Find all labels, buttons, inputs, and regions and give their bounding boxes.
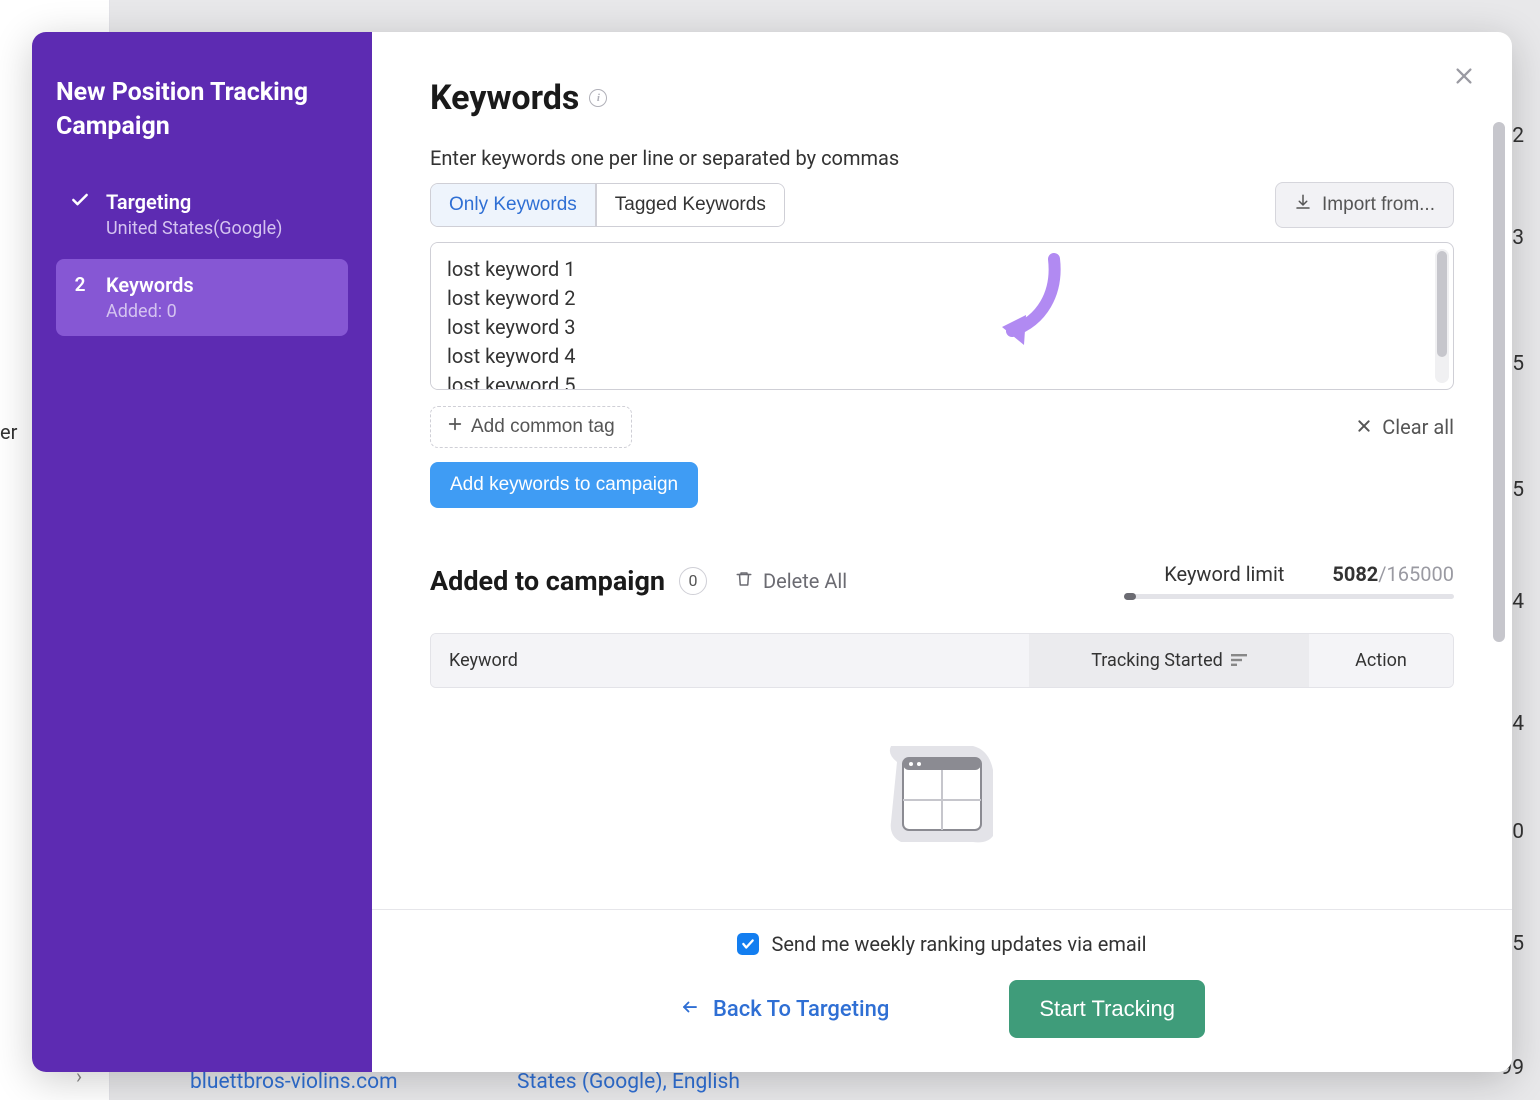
back-label: Back To Targeting <box>713 997 889 1022</box>
table-header: Keyword Tracking Started Action <box>431 634 1453 687</box>
check-icon <box>68 190 92 210</box>
add-common-tag-button[interactable]: Add common tag <box>430 406 632 448</box>
sidebar-item-targeting[interactable]: Targeting United States(Google) <box>56 176 348 253</box>
sort-icon <box>1231 650 1247 671</box>
info-icon[interactable]: i <box>589 89 607 107</box>
add-tag-label: Add common tag <box>471 416 615 438</box>
new-campaign-modal: New Position Tracking Campaign Targeting… <box>32 32 1512 1072</box>
delete-all-button[interactable]: Delete All <box>735 569 847 593</box>
keywords-textarea-wrap <box>430 242 1454 390</box>
keyword-limit-bar <box>1124 594 1454 599</box>
sidebar-item-label: Keywords <box>106 273 194 297</box>
textarea-scrollbar[interactable] <box>1435 249 1449 383</box>
tab-tagged-keywords[interactable]: Tagged Keywords <box>596 184 784 226</box>
clear-all-label: Clear all <box>1382 415 1454 439</box>
clear-all-button[interactable]: Clear all <box>1356 415 1454 439</box>
weekly-updates-label: Send me weekly ranking updates via email <box>771 932 1146 956</box>
modal-footer: Send me weekly ranking updates via email… <box>372 909 1512 1072</box>
sidebar-item-sublabel: United States(Google) <box>106 218 282 239</box>
arrow-left-icon <box>679 997 701 1022</box>
sidebar-item-keywords[interactable]: 2 Keywords Added: 0 <box>56 259 348 336</box>
content-scrollbar[interactable] <box>1492 122 1506 692</box>
keywords-hint: Enter keywords one per line or separated… <box>430 146 1454 170</box>
close-icon <box>1356 415 1372 439</box>
modal-main: Keywords i Enter keywords one per line o… <box>372 32 1512 1072</box>
import-button[interactable]: Import from... <box>1275 182 1454 228</box>
trash-icon <box>735 569 753 593</box>
keywords-textarea[interactable] <box>431 243 1429 389</box>
download-icon <box>1294 193 1312 217</box>
step-number: 2 <box>68 273 92 296</box>
added-count-badge: 0 <box>679 567 707 595</box>
added-title: Added to campaign <box>430 565 665 597</box>
sidebar-title: New Position Tracking Campaign <box>56 76 348 144</box>
sidebar-item-label: Targeting <box>106 190 282 214</box>
weekly-updates-checkbox[interactable] <box>737 933 759 955</box>
column-tracking-label: Tracking Started <box>1091 650 1223 671</box>
modal-content: Keywords i Enter keywords one per line o… <box>372 32 1512 909</box>
limit-used: 5082 <box>1332 562 1378 586</box>
bg-locale-link: States (Google), English <box>517 1070 740 1094</box>
column-keyword[interactable]: Keyword <box>431 634 1029 687</box>
add-keywords-button[interactable]: Add keywords to campaign <box>430 462 698 508</box>
wizard-sidebar: New Position Tracking Campaign Targeting… <box>32 32 372 1072</box>
back-to-targeting-link[interactable]: Back To Targeting <box>679 997 889 1022</box>
close-button[interactable] <box>1448 60 1480 92</box>
column-action: Action <box>1309 634 1453 687</box>
bg-text: er <box>0 420 17 444</box>
page-title-text: Keywords <box>430 78 579 118</box>
sidebar-item-sublabel: Added: 0 <box>106 301 194 322</box>
start-tracking-button[interactable]: Start Tracking <box>1009 980 1205 1038</box>
keyword-mode-toggle: Only Keywords Tagged Keywords <box>430 183 785 227</box>
added-keywords-table: Keyword Tracking Started Action <box>430 633 1454 688</box>
import-label: Import from... <box>1322 194 1435 216</box>
bg-domain-link: bluettbros-violins.com <box>190 1070 398 1094</box>
keyword-limit-label: Keyword limit <box>1164 562 1284 586</box>
empty-state-illustration <box>430 744 1454 844</box>
limit-total: /165000 <box>1378 562 1454 586</box>
plus-icon <box>447 416 463 438</box>
tab-only-keywords[interactable]: Only Keywords <box>431 184 596 226</box>
keyword-limit-values: 5082/165000 <box>1332 562 1454 586</box>
page-title: Keywords i <box>430 78 1454 118</box>
delete-all-label: Delete All <box>763 569 847 593</box>
column-tracking-started[interactable]: Tracking Started <box>1029 634 1309 687</box>
